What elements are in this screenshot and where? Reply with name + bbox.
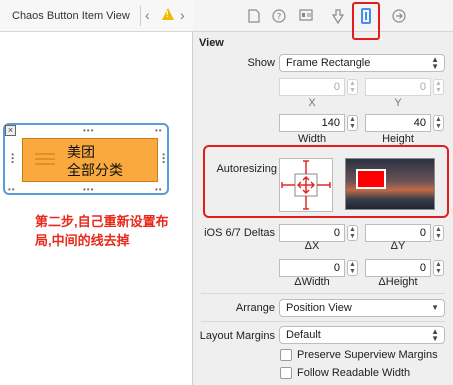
arrange-label: Arrange (235, 302, 275, 314)
width-stepper-arrows[interactable]: ▲ ▼ (347, 115, 358, 131)
resize-handle-top-right[interactable]: •• (155, 126, 163, 135)
dy-stepper-arrows[interactable]: ▲ ▼ (433, 225, 444, 241)
arrange-select[interactable]: Position View ▼ (279, 299, 445, 317)
svg-text:?: ? (277, 13, 282, 23)
height-label: Height (382, 133, 414, 145)
y-stepper[interactable]: 0 ▲ ▼ (365, 78, 445, 96)
resize-handle-top[interactable]: ••• (83, 126, 94, 135)
connections-icon[interactable] (392, 9, 406, 23)
y-label: Y (394, 97, 402, 109)
selected-tab-highlight (352, 2, 380, 40)
annotation-note: 第二步,自己重新设置布局,中间的线去掉 (35, 214, 169, 248)
size-inspector: ? View Show Frame Rectangle ▲ ▼ 0 ▲ ▼ 0 ▲ ▼… (193, 0, 453, 385)
dheight-stepper-arrows[interactable]: ▲ ▼ (433, 260, 444, 276)
dwidth-stepper-arrows[interactable]: ▲ ▼ (347, 260, 358, 276)
divider (201, 321, 445, 322)
dx-label: ΔX (304, 240, 320, 252)
button-title-line1: 美团 (67, 144, 95, 160)
dheight-label: ΔHeight (378, 276, 418, 288)
width-field[interactable]: 140 (279, 114, 345, 132)
warning-mark: ! (166, 10, 169, 19)
y-stepper-arrows[interactable]: ▲ ▼ (433, 79, 444, 95)
file-icon[interactable] (247, 9, 261, 23)
identity-icon[interactable] (299, 9, 313, 23)
resize-handle-bottom-left[interactable]: •• (8, 185, 16, 194)
deltas-label: iOS 6/7 Deltas (204, 227, 275, 239)
dwidth-field[interactable]: 0 (279, 259, 345, 277)
button-item-view[interactable]: × ••• ••• ••• ••• •• •• •• 美团 全部分类 (3, 123, 169, 195)
autoresizing-preview-view (356, 169, 386, 189)
dheight-field[interactable]: 0 (365, 259, 431, 277)
y-field[interactable]: 0 (365, 78, 431, 96)
chevron-down-icon: ▼ (431, 303, 439, 312)
height-stepper-arrows[interactable]: ▲ ▼ (433, 115, 444, 131)
chevron-right-icon[interactable]: › (180, 7, 185, 23)
document-title[interactable]: Chaos Button Item View (12, 10, 130, 22)
layout-margins-value: Default (286, 329, 321, 341)
x-stepper[interactable]: 0 ▲ ▼ (279, 78, 359, 96)
x-field[interactable]: 0 (279, 78, 345, 96)
height-stepper[interactable]: 40 ▲ ▼ (365, 114, 445, 132)
preserve-superview-margins-checkbox[interactable] (280, 349, 292, 361)
interface-builder-canvas: Chaos Button Item View ‹ ! › × ••• ••• •… (0, 0, 193, 385)
resize-handle-bottom-right[interactable]: •• (155, 185, 163, 194)
attributes-icon[interactable] (331, 9, 345, 25)
show-label: Show (247, 57, 275, 69)
section-title-view: View (199, 37, 224, 49)
dheight-stepper[interactable]: 0 ▲ ▼ (365, 259, 445, 277)
close-icon[interactable]: × (5, 125, 16, 136)
preserve-superview-margins-label: Preserve Superview Margins (297, 349, 438, 361)
inspector-tab-bar: ? (193, 0, 453, 40)
button-title-line2: 全部分类 (67, 162, 123, 178)
divider (201, 293, 445, 294)
autoresizing-label: Autoresizing (216, 163, 277, 175)
divider (140, 6, 141, 26)
layout-margins-select[interactable]: Default ▲ ▼ (279, 326, 445, 344)
help-icon[interactable]: ? (272, 9, 286, 23)
width-label: Width (297, 133, 327, 145)
menu-icon (35, 150, 55, 170)
dwidth-label: ΔWidth (294, 276, 330, 288)
resize-handle-right[interactable]: ••• (159, 153, 168, 164)
autoresizing-mask-control[interactable] (279, 158, 333, 212)
resize-handle-bottom[interactable]: ••• (83, 185, 94, 194)
x-stepper-arrows[interactable]: ▲ ▼ (347, 79, 358, 95)
category-button[interactable]: 美团 全部分类 (22, 138, 158, 182)
show-select-value: Frame Rectangle (286, 57, 371, 69)
dx-stepper-arrows[interactable]: ▲ ▼ (347, 225, 358, 241)
dwidth-stepper[interactable]: 0 ▲ ▼ (279, 259, 359, 277)
width-stepper[interactable]: 140 ▲ ▼ (279, 114, 359, 132)
x-label: X (308, 97, 316, 109)
chevron-left-icon[interactable]: ‹ (145, 7, 150, 23)
arrange-select-value: Position View (286, 302, 352, 314)
updown-arrows-icon: ▲ ▼ (431, 55, 439, 71)
height-field[interactable]: 40 (365, 114, 431, 132)
follow-readable-width-checkbox[interactable] (280, 367, 292, 379)
follow-readable-width-label: Follow Readable Width (297, 367, 411, 379)
editor-jump-bar: Chaos Button Item View ‹ ! › (0, 0, 193, 32)
resize-handle-left[interactable]: ••• (8, 153, 17, 164)
updown-arrows-icon: ▲ ▼ (431, 327, 439, 343)
show-select[interactable]: Frame Rectangle ▲ ▼ (279, 54, 445, 72)
layout-margins-label: Layout Margins (199, 330, 275, 342)
dy-label: ΔY (390, 240, 406, 252)
